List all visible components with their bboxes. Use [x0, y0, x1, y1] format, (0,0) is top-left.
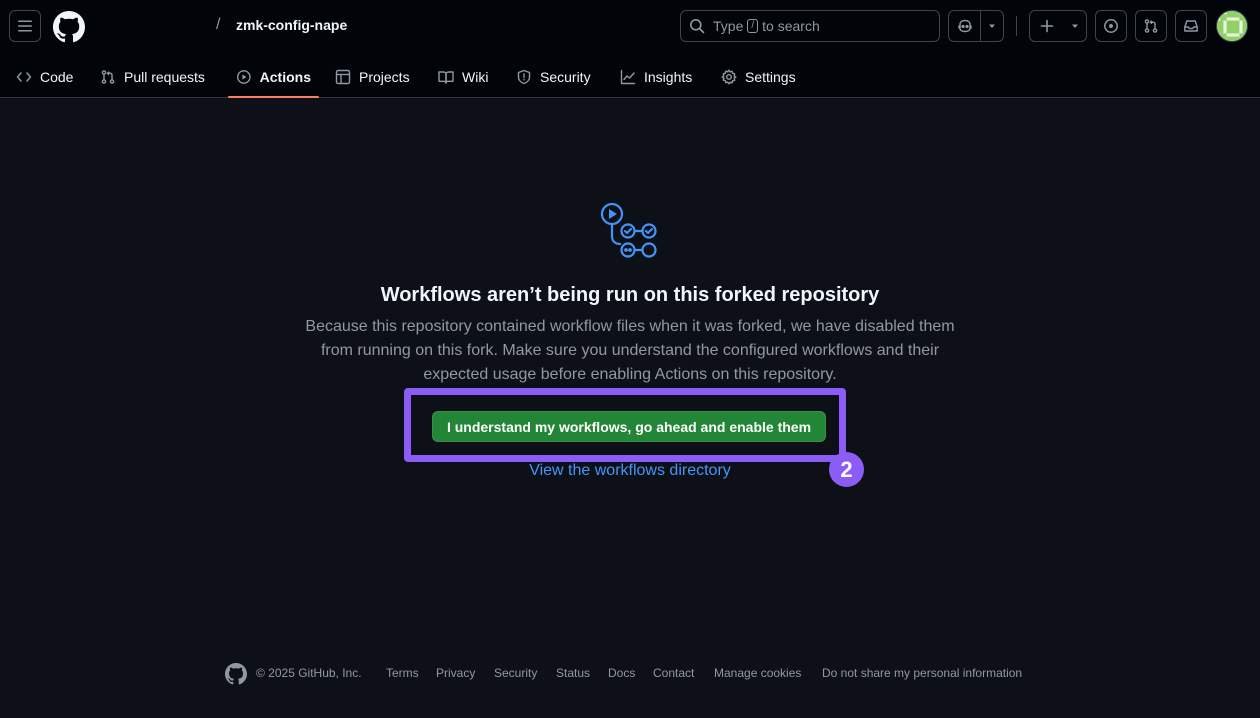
code-icon	[16, 72, 32, 82]
tab-label: Settings	[745, 69, 796, 85]
gear-icon	[721, 69, 737, 85]
tab-label: Projects	[359, 69, 410, 85]
copilot-menu-button[interactable]	[981, 11, 1003, 41]
tab-label: Pull requests	[124, 69, 205, 85]
search-suffix: to search	[762, 18, 820, 34]
hamburger-icon	[18, 20, 32, 32]
footer-link-status[interactable]: Status	[556, 666, 590, 680]
inbox-icon	[1184, 20, 1198, 32]
avatar-identicon	[1217, 11, 1247, 41]
tab-settings[interactable]: Settings	[713, 56, 804, 98]
enable-workflows-button[interactable]: I understand my workflows, go ahead and …	[432, 411, 826, 442]
search-input[interactable]: Type / to search	[680, 10, 940, 42]
plus-icon	[1040, 19, 1054, 33]
tab-projects[interactable]: Projects	[327, 56, 418, 98]
avatar[interactable]	[1216, 10, 1248, 42]
git-pull-request-icon	[1144, 19, 1158, 33]
footer-copyright: © 2025 GitHub, Inc.	[256, 666, 362, 680]
repo-name-link[interactable]: zmk-config-nape	[236, 17, 347, 33]
site-footer: © 2025 GitHub, Inc. Terms Privacy Securi…	[0, 662, 1260, 686]
copilot-icon	[958, 19, 972, 33]
triangle-down-icon	[1072, 24, 1078, 28]
menu-button[interactable]	[9, 10, 41, 42]
tab-security[interactable]: Security	[508, 56, 599, 98]
view-workflows-directory-link[interactable]: View the workflows directory	[0, 462, 1260, 480]
graph-icon	[620, 69, 636, 85]
triangle-down-icon	[989, 24, 996, 28]
header-separator	[1016, 16, 1017, 36]
footer-link-terms[interactable]: Terms	[386, 666, 419, 680]
global-header: / zmk-config-nape Type / to search Code …	[0, 0, 1260, 98]
copilot-button[interactable]	[949, 11, 980, 41]
tab-label: Insights	[644, 69, 693, 85]
footer-link-manage-cookies[interactable]: Manage cookies	[714, 666, 801, 680]
top-bar: / zmk-config-nape Type / to search	[0, 0, 1260, 52]
shield-icon	[517, 69, 531, 85]
tab-label: Code	[40, 69, 74, 85]
tab-actions[interactable]: Actions	[228, 56, 319, 98]
git-pull-request-icon	[101, 70, 115, 84]
repo-tabs: Code Pull requests Actions Projects Wiki…	[0, 56, 1260, 98]
blankslate-description: Because this repository contained workfl…	[305, 318, 955, 383]
footer-link-do-not-share[interactable]: Do not share my personal information	[822, 666, 1022, 680]
breadcrumb-separator: /	[216, 16, 221, 33]
footer-link-contact[interactable]: Contact	[653, 666, 694, 680]
create-new-split-button[interactable]	[1029, 10, 1087, 42]
workflow-icon	[600, 202, 657, 258]
issue-opened-icon	[1104, 19, 1118, 33]
footer-link-privacy[interactable]: Privacy	[436, 666, 475, 680]
tab-label: Security	[540, 69, 591, 85]
create-new-button[interactable]	[1030, 11, 1064, 41]
github-logo-icon[interactable]	[225, 663, 247, 685]
main-content: Workflows aren’t being run on this forke…	[0, 98, 1260, 658]
footer-link-security[interactable]: Security	[494, 666, 537, 680]
create-new-menu[interactable]	[1064, 11, 1086, 41]
search-icon	[690, 19, 705, 34]
tab-pull-requests[interactable]: Pull requests	[92, 56, 213, 98]
tab-label: Actions	[259, 69, 311, 85]
search-shortcut-key: /	[747, 19, 759, 33]
tab-wiki[interactable]: Wiki	[430, 56, 496, 98]
tab-label: Wiki	[462, 69, 489, 85]
github-logo-icon[interactable]	[53, 11, 85, 43]
book-icon	[438, 71, 454, 84]
blankslate-title: Workflows aren’t being run on this forke…	[380, 284, 880, 306]
table-icon	[335, 69, 351, 85]
inbox-button[interactable]	[1175, 10, 1207, 42]
search-prefix: Type	[713, 18, 744, 34]
tab-code[interactable]: Code	[8, 56, 81, 98]
pull-requests-button[interactable]	[1135, 10, 1167, 42]
issues-button[interactable]	[1095, 10, 1127, 42]
play-icon	[236, 70, 251, 84]
footer-link-docs[interactable]: Docs	[608, 666, 635, 680]
tab-insights[interactable]: Insights	[612, 56, 700, 98]
copilot-split-button	[948, 10, 1004, 42]
